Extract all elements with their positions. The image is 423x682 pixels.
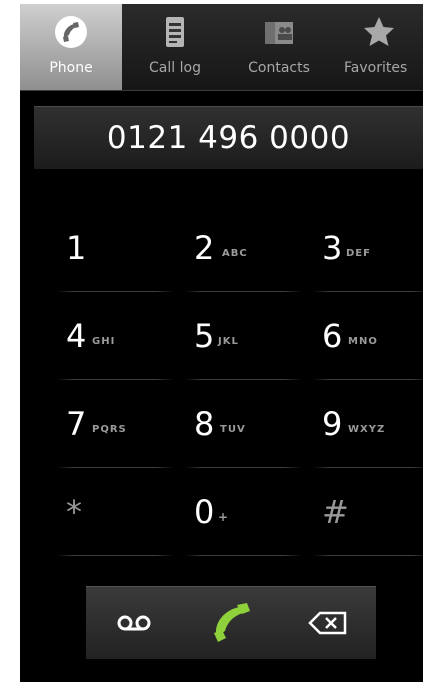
key-5[interactable]: 5 JKL (184, 292, 302, 380)
key-digit: 4 (66, 317, 87, 355)
key-separator (184, 555, 302, 556)
dialer-screen: Phone Call log Contacts Favorites 0121 4… (20, 4, 423, 682)
tab-label: Contacts (248, 60, 310, 76)
phone-icon (55, 16, 87, 48)
key-6[interactable]: 6 MNO (312, 292, 423, 380)
call-icon (214, 603, 250, 642)
key-2[interactable]: 2 ABC (184, 204, 302, 292)
key-digit: 1 (66, 229, 87, 267)
key-hash[interactable]: # (312, 468, 423, 556)
key-letters: WXYZ (348, 424, 386, 435)
key-letters: DEF (346, 248, 371, 259)
tab-contacts[interactable]: Contacts (228, 4, 330, 90)
key-letters: TUV (220, 424, 246, 435)
key-digit: 3 (322, 229, 343, 267)
tab-call-log[interactable]: Call log (124, 4, 226, 90)
tab-label: Phone (49, 60, 93, 76)
key-digit: 7 (66, 405, 87, 443)
key-letters: ABC (222, 248, 248, 259)
voicemail-icon (117, 615, 151, 631)
key-separator (312, 555, 423, 556)
dial-keypad: 1 2 ABC 3 DEF 4 GHI 5 JKL 6 MNO 7 PQRS 8… (20, 204, 423, 574)
tab-bar: Phone Call log Contacts Favorites (20, 4, 423, 91)
call-button[interactable] (183, 587, 279, 659)
key-letters: MNO (348, 336, 378, 347)
voicemail-button[interactable] (86, 587, 182, 659)
key-digit: # (322, 493, 349, 531)
key-digit: 2 (194, 229, 215, 267)
key-digit: 0 (194, 493, 215, 531)
star-icon (363, 17, 394, 46)
key-digit: 6 (322, 317, 343, 355)
key-3[interactable]: 3 DEF (312, 204, 423, 292)
contacts-icon (265, 22, 293, 44)
dialer-action-bar (86, 586, 376, 659)
dialed-number-field[interactable]: 0121 496 0000 (34, 106, 423, 169)
key-digit: 8 (194, 405, 215, 443)
key-star[interactable]: * (56, 468, 174, 556)
call-log-icon (166, 17, 184, 47)
key-digit: * (66, 493, 82, 531)
backspace-button[interactable] (280, 587, 376, 659)
key-letters: + (218, 510, 230, 524)
key-letters: JKL (218, 336, 239, 347)
tab-phone[interactable]: Phone (20, 4, 122, 90)
tab-favorites[interactable]: Favorites (334, 4, 423, 90)
key-separator (56, 555, 174, 556)
key-letters: GHI (92, 336, 116, 347)
key-digit: 5 (194, 317, 215, 355)
key-1[interactable]: 1 (56, 204, 174, 292)
key-7[interactable]: 7 PQRS (56, 380, 174, 468)
backspace-icon (308, 611, 347, 635)
key-8[interactable]: 8 TUV (184, 380, 302, 468)
key-0[interactable]: 0 + (184, 468, 302, 556)
key-4[interactable]: 4 GHI (56, 292, 174, 380)
key-9[interactable]: 9 WXYZ (312, 380, 423, 468)
key-digit: 9 (322, 405, 343, 443)
tab-label: Favorites (344, 60, 408, 76)
key-letters: PQRS (92, 424, 127, 435)
tab-label: Call log (149, 60, 201, 76)
